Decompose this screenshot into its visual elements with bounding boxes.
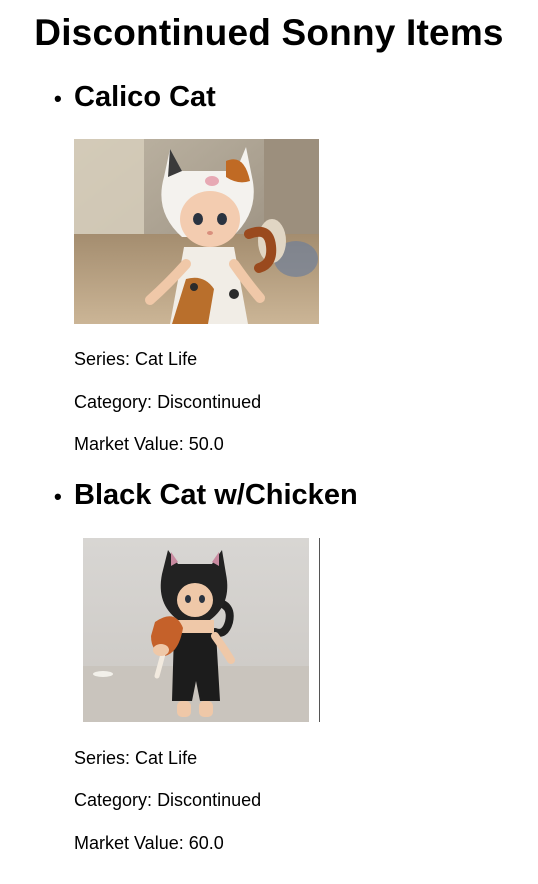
series-label: Series: xyxy=(74,748,131,768)
series-text: Series: Cat Life xyxy=(74,748,197,769)
market-value-text: Market Value: 60.0 xyxy=(74,833,224,854)
series-text: Series: Cat Life xyxy=(74,349,197,370)
category-text: Category: Discontinued xyxy=(74,392,261,413)
page-title: Discontinued Sonny Items xyxy=(34,12,504,53)
market-value: 50.0 xyxy=(188,434,224,454)
market-value-label: Market Value: xyxy=(74,434,184,454)
market-value: 60.0 xyxy=(188,833,224,853)
item-photo xyxy=(74,139,319,324)
category-label: Category: xyxy=(74,790,153,810)
category-value: Discontinued xyxy=(157,392,262,412)
series-value: Cat Life xyxy=(135,748,198,768)
item-name: Black Cat w/Chicken xyxy=(74,479,358,511)
bullet-icon: • xyxy=(54,86,62,111)
market-value-label: Market Value: xyxy=(74,833,184,853)
item-photo xyxy=(83,538,320,722)
category-value: Discontinued xyxy=(157,790,262,810)
series-label: Series: xyxy=(74,349,131,369)
category-label: Category: xyxy=(74,392,153,412)
page: Discontinued Sonny Items • Calico Cat Se… xyxy=(0,0,538,884)
bullet-icon: • xyxy=(54,484,62,509)
item-name: Calico Cat xyxy=(74,81,216,113)
series-value: Cat Life xyxy=(135,349,198,369)
category-text: Category: Discontinued xyxy=(74,790,261,811)
market-value-text: Market Value: 50.0 xyxy=(74,434,224,455)
calico-cat-figure-image xyxy=(74,139,319,324)
black-cat-chicken-figure-image xyxy=(83,538,309,722)
